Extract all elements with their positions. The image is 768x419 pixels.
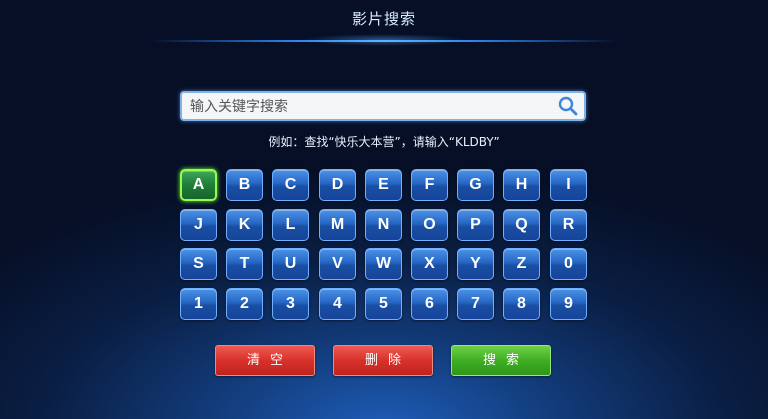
key-p[interactable]: P — [457, 209, 494, 241]
search-button[interactable]: 搜索 — [451, 345, 551, 376]
search-hint: 例如：查找“快乐大本营”，请输入“KLDBY” — [268, 135, 500, 149]
key-b[interactable]: B — [226, 169, 263, 201]
key-4[interactable]: 4 — [319, 288, 356, 320]
key-z[interactable]: Z — [503, 248, 540, 280]
title-divider — [150, 40, 618, 42]
key-t[interactable]: T — [226, 248, 263, 280]
key-l[interactable]: L — [272, 209, 309, 241]
key-5[interactable]: 5 — [365, 288, 402, 320]
search-icon[interactable] — [558, 96, 578, 116]
delete-button[interactable]: 删除 — [333, 345, 433, 376]
page-title: 影片搜索 — [351, 10, 416, 28]
key-v[interactable]: V — [319, 248, 356, 280]
key-6[interactable]: 6 — [411, 288, 448, 320]
key-j[interactable]: J — [180, 209, 217, 241]
key-2[interactable]: 2 — [226, 288, 263, 320]
key-c[interactable]: C — [272, 169, 309, 201]
key-m[interactable]: M — [319, 209, 356, 241]
clear-button[interactable]: 清空 — [215, 345, 315, 376]
key-k[interactable]: K — [226, 209, 263, 241]
key-x[interactable]: X — [411, 248, 448, 280]
key-f[interactable]: F — [411, 169, 448, 201]
key-o[interactable]: O — [411, 209, 448, 241]
key-h[interactable]: H — [503, 169, 540, 201]
key-7[interactable]: 7 — [457, 288, 494, 320]
key-e[interactable]: E — [365, 169, 402, 201]
key-y[interactable]: Y — [457, 248, 494, 280]
key-a[interactable]: A — [180, 169, 217, 201]
search-box[interactable] — [180, 91, 586, 121]
key-0[interactable]: 0 — [550, 248, 587, 280]
key-r[interactable]: R — [550, 209, 587, 241]
key-i[interactable]: I — [550, 169, 587, 201]
key-g[interactable]: G — [457, 169, 494, 201]
key-u[interactable]: U — [272, 248, 309, 280]
search-input[interactable] — [190, 97, 550, 117]
key-1[interactable]: 1 — [180, 288, 217, 320]
key-s[interactable]: S — [180, 248, 217, 280]
key-n[interactable]: N — [365, 209, 402, 241]
key-w[interactable]: W — [365, 248, 402, 280]
key-9[interactable]: 9 — [550, 288, 587, 320]
key-q[interactable]: Q — [503, 209, 540, 241]
key-d[interactable]: D — [319, 169, 356, 201]
key-3[interactable]: 3 — [272, 288, 309, 320]
key-8[interactable]: 8 — [503, 288, 540, 320]
